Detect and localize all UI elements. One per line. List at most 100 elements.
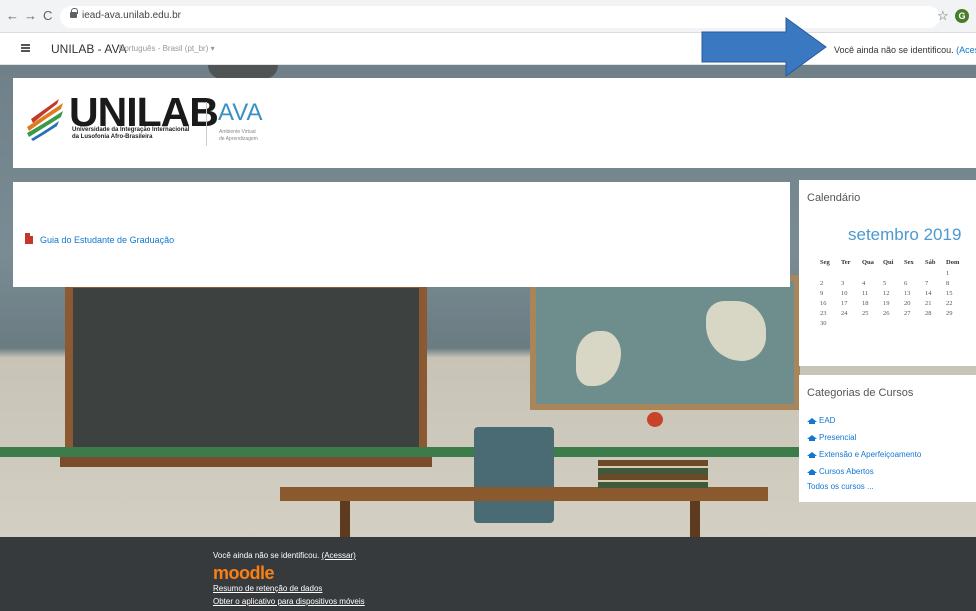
- calendar-day[interactable]: 27: [904, 308, 925, 318]
- calendar-day[interactable]: 18: [862, 298, 883, 308]
- calendar-day[interactable]: 10: [841, 288, 862, 298]
- ceiling-lamp: [208, 65, 278, 79]
- login-status-text: Você ainda não se identificou.: [834, 45, 954, 55]
- calendar-day[interactable]: 19: [883, 298, 904, 308]
- login-link[interactable]: (Acessar): [956, 45, 976, 55]
- graduation-cap-icon: [807, 417, 817, 424]
- data-retention-link[interactable]: Resumo de retenção de dados: [213, 584, 322, 593]
- calendar-week-row: 2345678: [820, 278, 967, 288]
- calendar-day[interactable]: 6: [904, 278, 925, 288]
- login-status: Você ainda não se identificou. (Acessar): [834, 45, 976, 55]
- world-map: [530, 275, 800, 410]
- moodle-logo[interactable]: moodle: [213, 563, 275, 584]
- category-label[interactable]: Cursos Abertos: [819, 467, 874, 476]
- calendar-day: [841, 318, 862, 328]
- student-guide-link[interactable]: Guia do Estudante de Graduação: [40, 235, 174, 245]
- calendar-day: [820, 268, 841, 278]
- calendar-week-row: 1: [820, 268, 967, 278]
- ava-subtitle-line1: Ambiente Virtual: [219, 129, 256, 135]
- calendar-day[interactable]: 7: [925, 278, 946, 288]
- footer-login-text: Você ainda não se identificou.: [213, 551, 320, 560]
- calendar-day[interactable]: 21: [925, 298, 946, 308]
- calendar-day: [862, 318, 883, 328]
- category-label[interactable]: Extensão e Aperfeiçoamento: [819, 450, 921, 459]
- calendar-day[interactable]: 1: [946, 268, 967, 278]
- calendar-week-row: 16 17 18 19 20 21 22: [820, 298, 967, 308]
- category-label[interactable]: EAD: [819, 416, 835, 425]
- url-text[interactable]: iead-ava.unilab.edu.br: [82, 10, 181, 21]
- profile-avatar[interactable]: G: [955, 9, 969, 23]
- unilab-logo-icon: [27, 99, 63, 141]
- calendar-day[interactable]: 16: [820, 298, 841, 308]
- graduation-cap-icon: [807, 434, 817, 441]
- calendar-day[interactable]: 20: [904, 298, 925, 308]
- category-item-ead[interactable]: EAD: [807, 412, 921, 429]
- calendar-day[interactable]: 15: [946, 288, 967, 298]
- mobile-app-link[interactable]: Obter o aplicativo para dispositivos móv…: [213, 597, 365, 606]
- forward-icon[interactable]: →: [24, 8, 37, 23]
- bookmark-star-icon[interactable]: ☆: [937, 8, 949, 24]
- calendar-day[interactable]: 13: [904, 288, 925, 298]
- category-item-cursos-abertos[interactable]: Cursos Abertos: [807, 463, 921, 480]
- calendar-day[interactable]: 12: [883, 288, 904, 298]
- calendar-day[interactable]: 4: [862, 278, 883, 288]
- calendar-week-row: 30: [820, 318, 967, 328]
- calendar-week-row: 23 24 25 26 27 28 29: [820, 308, 967, 318]
- calendar-day[interactable]: 2: [820, 278, 841, 288]
- category-item-extensao[interactable]: Extensão e Aperfeiçoamento: [807, 446, 921, 463]
- language-selector[interactable]: Português - Brasil (pt_br) ▾: [119, 44, 215, 53]
- calendar-day[interactable]: 24: [841, 308, 862, 318]
- pdf-file-icon[interactable]: [25, 233, 33, 244]
- calendar-day[interactable]: 28: [925, 308, 946, 318]
- calendar-day: [862, 268, 883, 278]
- header-logo-panel: UNILAB Universidade da Integração Intern…: [13, 78, 976, 168]
- categories-title: Categorias de Cursos: [807, 387, 914, 399]
- calendar-day: [904, 268, 925, 278]
- weekday-header: Qui: [883, 258, 894, 266]
- calendar-day: [904, 318, 925, 328]
- calendar-day[interactable]: 30: [820, 318, 841, 328]
- calendar-day[interactable]: 5: [883, 278, 904, 288]
- graduation-cap-icon: [807, 451, 817, 458]
- calendar-day[interactable]: 14: [925, 288, 946, 298]
- weekday-header: Sex: [904, 258, 914, 266]
- calendar-month[interactable]: setembro 2019: [848, 225, 961, 245]
- reload-icon[interactable]: C: [43, 8, 52, 23]
- weekday-header: Seg: [820, 258, 830, 266]
- university-name-line2: da Lusofonia Afro-Brasileira: [72, 134, 153, 140]
- calendar-day[interactable]: 25: [862, 308, 883, 318]
- calendar-day[interactable]: 9: [820, 288, 841, 298]
- main-content: Guia do Estudante de Graduação: [13, 182, 790, 287]
- calendar-day: [883, 318, 904, 328]
- apple: [647, 412, 663, 427]
- calendar-day[interactable]: 3: [841, 278, 862, 288]
- calendar-day[interactable]: 23: [820, 308, 841, 318]
- ava-subtitle-line2: de Aprendizagem: [219, 136, 258, 142]
- weekday-header: Qua: [862, 258, 874, 266]
- weekday-header: Ter: [841, 258, 851, 266]
- calendar-week-row: 9 10 11 12 13 14 15: [820, 288, 967, 298]
- all-courses-link[interactable]: Todos os cursos ...: [807, 482, 874, 491]
- calendar-day[interactable]: 17: [841, 298, 862, 308]
- ava-logo-text[interactable]: AVA: [218, 99, 262, 127]
- calendar-day[interactable]: 22: [946, 298, 967, 308]
- category-label[interactable]: Presencial: [819, 433, 856, 442]
- site-brand[interactable]: UNILAB - AVA: [51, 42, 127, 56]
- footer-login-link[interactable]: (Acessar): [322, 551, 356, 560]
- calendar-day: [841, 268, 862, 278]
- chair: [474, 427, 554, 523]
- calendar-day[interactable]: 29: [946, 308, 967, 318]
- calendar-day[interactable]: 8: [946, 278, 967, 288]
- calendar-day[interactable]: 11: [862, 288, 883, 298]
- calendar-day: [925, 318, 946, 328]
- back-icon[interactable]: ←: [6, 8, 19, 23]
- desk-leg: [690, 501, 700, 537]
- weekday-header: Dom: [946, 258, 960, 266]
- calendar-day: [883, 268, 904, 278]
- book-stack: [598, 460, 708, 488]
- hamburger-menu-icon[interactable]: [21, 44, 30, 52]
- calendar-day[interactable]: 26: [883, 308, 904, 318]
- desk-leg: [340, 501, 350, 537]
- category-item-presencial[interactable]: Presencial: [807, 429, 921, 446]
- arrow-annotation-icon: [701, 17, 827, 77]
